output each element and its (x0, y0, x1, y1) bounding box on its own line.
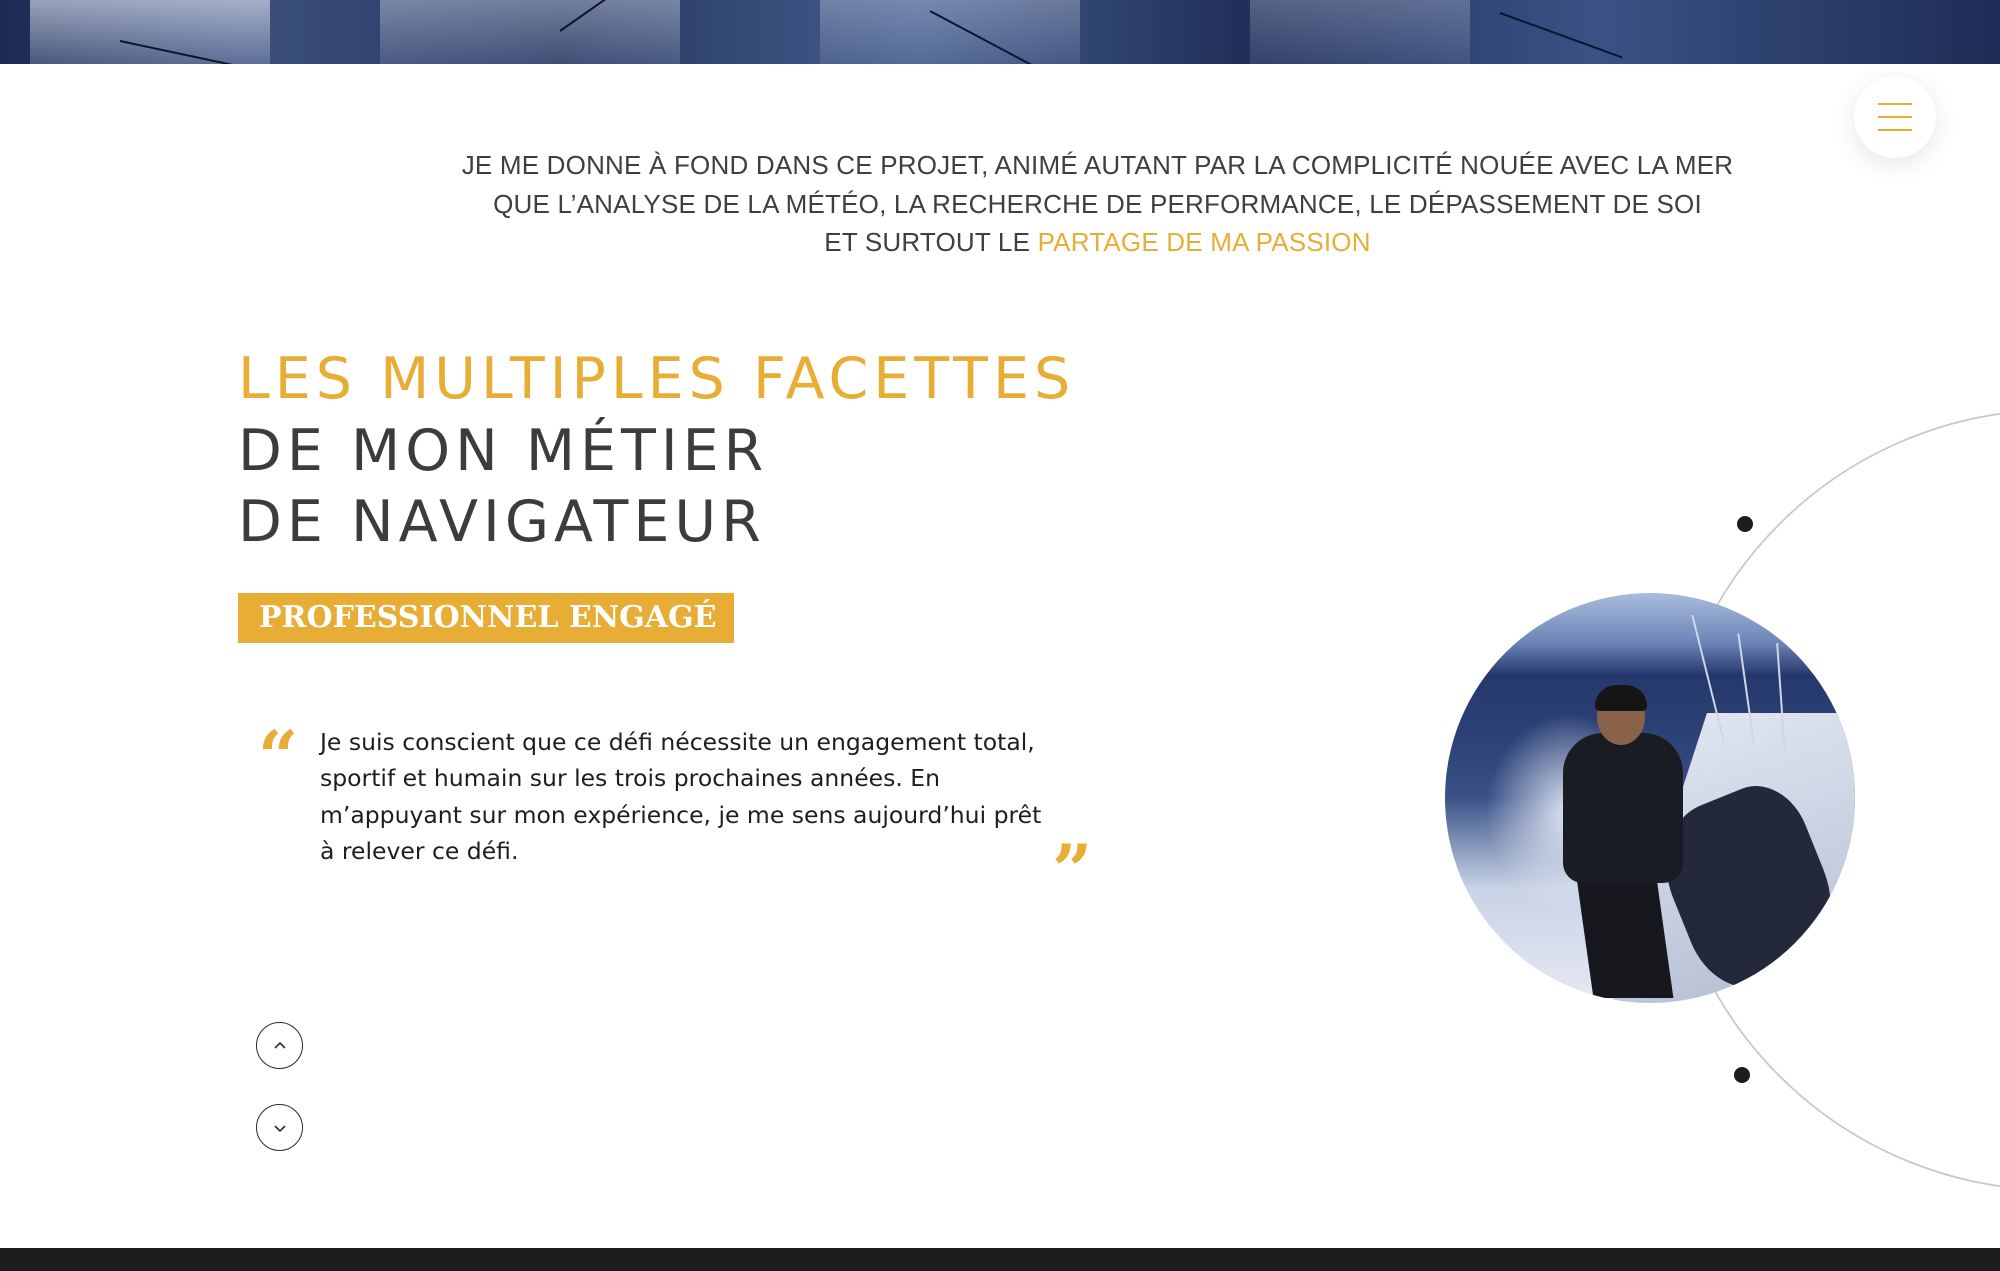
heading-line-1: LES MULTIPLES FACETTES (238, 346, 1076, 412)
footer-bar (0, 1248, 2000, 1271)
chevron-up-icon (273, 1041, 286, 1049)
category-badge: PROFESSIONNEL ENGAGÉ (238, 593, 734, 643)
orbit-dot-upper[interactable] (1737, 516, 1753, 532)
intro-line-1: JE ME DONNE À FOND DANS CE PROJET, ANIMÉ… (461, 150, 1734, 180)
quote-text: Je suis conscient que ce défi nécessite … (320, 728, 1042, 865)
next-slide-button[interactable] (256, 1104, 303, 1151)
intro-line-2: QUE L’ANALYSE DE LA MÉTÉO, LA RECHERCHE … (493, 188, 1702, 219)
heading-line-3: DE NAVIGATEUR (238, 489, 766, 555)
previous-slide-button[interactable] (256, 1022, 303, 1069)
hamburger-menu-icon-bar (1878, 116, 1912, 118)
hero-image-strip (0, 0, 2000, 64)
hamburger-menu-icon (1878, 103, 1912, 105)
sailor-photo (1445, 593, 1855, 1003)
close-quote-icon: ” (1052, 829, 1093, 912)
orbit-dot-lower[interactable] (1734, 1067, 1750, 1083)
open-quote-icon: “ (258, 715, 299, 798)
heading-line-2: DE MON MÉTIER (238, 417, 769, 484)
passion-highlight: PARTAGE DE MA PASSION (1037, 227, 1371, 257)
chevron-down-icon (273, 1124, 286, 1132)
intro-statement: JE ME DONNE À FOND DANS CE PROJET, ANIMÉ… (300, 146, 1895, 262)
hamburger-menu-icon-bar (1878, 129, 1912, 131)
section-heading: LES MULTIPLES FACETTES DE MON MÉTIER DE … (238, 344, 1075, 559)
intro-line-3: ET SURTOUT LE PARTAGE DE MA PASSION (300, 223, 1895, 262)
intro-line-3-prefix: ET SURTOUT LE (824, 227, 1038, 257)
